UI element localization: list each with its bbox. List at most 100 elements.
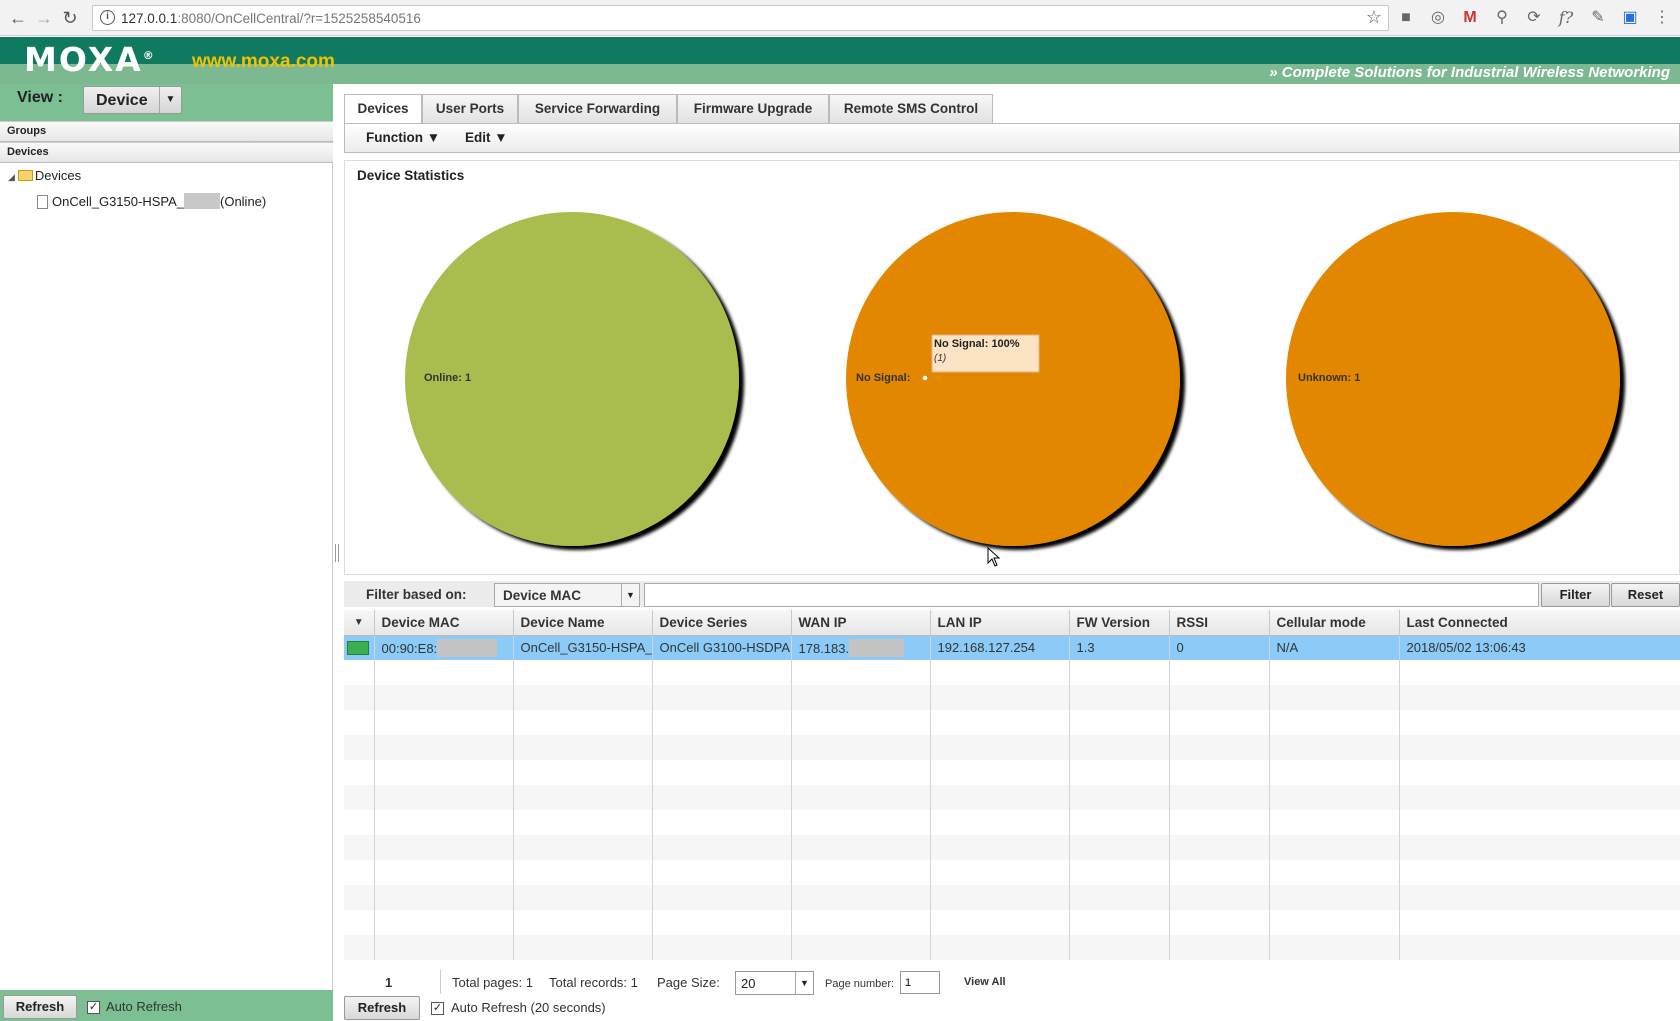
redacted-block xyxy=(184,193,220,209)
view-label: View : xyxy=(17,89,63,106)
main-toolbar: Function ▼ Edit ▼ xyxy=(344,123,1680,153)
page-size-value: 20 xyxy=(741,976,756,991)
document-icon xyxy=(37,195,48,209)
page-number-input[interactable] xyxy=(900,971,940,994)
tab-service-forwarding[interactable]: Service Forwarding xyxy=(518,94,677,123)
cell-last-connected: 2018/05/02 13:06:43 xyxy=(1399,635,1680,660)
translate-icon[interactable]: ▣ xyxy=(1620,8,1640,28)
pie-unknown[interactable]: Unknown: 1 xyxy=(1286,212,1620,546)
function-menu[interactable]: Function ▼ xyxy=(366,130,440,145)
view-select[interactable]: Device ▼ xyxy=(83,86,182,114)
eyedropper-icon[interactable]: ✎ xyxy=(1588,8,1608,28)
view-select-value: Device xyxy=(96,92,148,109)
redacted-block xyxy=(437,638,498,657)
sidebar-refresh-button[interactable]: Refresh xyxy=(3,995,77,1019)
header-rssi[interactable]: RSSI xyxy=(1169,610,1270,636)
left-panel xyxy=(0,84,333,1021)
filter-label: Filter based on: xyxy=(366,587,467,602)
devices-section[interactable]: Devices xyxy=(0,142,333,163)
filter-button[interactable]: Filter xyxy=(1541,583,1610,607)
empty-row xyxy=(344,910,1680,935)
header-device-name[interactable]: Device Name xyxy=(513,610,653,636)
panel-splitter[interactable] xyxy=(335,544,339,562)
statistics-pies: Online: 1 No Signal: No Signal: 100% (1)… xyxy=(405,212,1620,546)
grid-auto-refresh-checkbox[interactable]: ✓ xyxy=(431,1002,444,1015)
filter-input[interactable] xyxy=(644,583,1539,607)
cell-fw-version: 1.3 xyxy=(1069,635,1170,660)
column-menu-button[interactable]: ▼ xyxy=(344,610,375,636)
cell-device-series: OnCell G3100-HSDPA xyxy=(652,635,792,660)
empty-row xyxy=(344,935,1680,960)
devices-grid: ▼ Device MAC Device Name Device Series W… xyxy=(344,610,1680,960)
filter-field-select[interactable]: Device MAC ▼ xyxy=(494,583,640,607)
redacted-block xyxy=(849,638,905,657)
page-size-select[interactable]: 20 ▼ xyxy=(735,971,814,995)
back-icon[interactable]: ← xyxy=(6,6,30,30)
gmail-icon[interactable]: M xyxy=(1460,8,1480,28)
tooltip-line2: (1) xyxy=(934,353,946,364)
forward-icon[interactable]: → xyxy=(32,6,56,30)
tree-item-device[interactable]: OnCell_G3150-HSPA_ (Online) xyxy=(37,193,266,209)
header-lan-ip[interactable]: LAN IP xyxy=(930,610,1070,636)
empty-row xyxy=(344,685,1680,710)
header-device-series[interactable]: Device Series xyxy=(652,610,792,636)
pie-label-no-signal: No Signal: xyxy=(856,372,910,384)
empty-row xyxy=(344,760,1680,785)
page-number-label: Page number: xyxy=(825,978,895,990)
current-page[interactable]: 1 xyxy=(385,975,392,990)
tab-devices[interactable]: Devices xyxy=(344,94,422,124)
chevron-down-icon[interactable]: ▼ xyxy=(159,87,181,113)
edit-menu[interactable]: Edit ▼ xyxy=(465,130,508,145)
fingerprint-icon[interactable]: ◎ xyxy=(1428,8,1448,28)
pie-label-unknown: Unknown: 1 xyxy=(1298,372,1360,384)
folder-icon xyxy=(17,170,33,181)
page-size-label: Page Size: xyxy=(657,975,720,990)
grid-auto-refresh-label: Auto Refresh (20 seconds) xyxy=(451,1000,606,1015)
pie-online[interactable]: Online: 1 xyxy=(405,212,739,546)
empty-row xyxy=(344,710,1680,735)
total-records: Total records: 1 xyxy=(549,975,638,990)
sync-icon[interactable]: ⟳ xyxy=(1524,8,1544,28)
info-icon[interactable]: i xyxy=(100,10,115,25)
chevron-down-icon[interactable]: ▼ xyxy=(621,584,639,606)
expand-icon[interactable]: ◢ xyxy=(8,172,15,182)
formula-icon[interactable]: f? xyxy=(1556,8,1576,28)
grid-header-row: ▼ Device MAC Device Name Device Series W… xyxy=(344,610,1680,636)
header-last-connected[interactable]: Last Connected xyxy=(1399,610,1680,636)
empty-row xyxy=(344,735,1680,760)
header-fw-version[interactable]: FW Version xyxy=(1069,610,1170,636)
pager-divider xyxy=(440,970,441,994)
mouse-cursor-icon xyxy=(987,547,1001,567)
tab-firmware-upgrade[interactable]: Firmware Upgrade xyxy=(677,94,829,123)
cell-device-name: OnCell_G3150-HSPA_ xyxy=(513,635,653,660)
header-device-mac[interactable]: Device MAC xyxy=(374,610,514,636)
tab-user-ports[interactable]: User Ports xyxy=(422,94,518,123)
view-all-link[interactable]: View All xyxy=(964,976,1006,988)
sidebar-auto-refresh-checkbox[interactable]: ✓ xyxy=(87,1001,100,1014)
empty-row xyxy=(344,785,1680,810)
header-cellular-mode[interactable]: Cellular mode xyxy=(1269,610,1400,636)
reload-icon[interactable]: ↻ xyxy=(58,6,82,30)
header-wan-ip[interactable]: WAN IP xyxy=(791,610,931,636)
table-row[interactable]: 00:90:E8: OnCell_G3150-HSPA_ OnCell G310… xyxy=(344,635,1680,660)
magnifier-icon[interactable]: ⚲ xyxy=(1492,8,1512,28)
browser-toolbar: ← → ↻ i 127.0.0.1:8080/OnCellCentral/?r=… xyxy=(0,0,1680,36)
tab-remote-sms-control[interactable]: Remote SMS Control xyxy=(829,94,993,123)
menu-dots-icon[interactable]: ⋮ xyxy=(1652,8,1672,28)
bookmark-star-icon[interactable]: ☆ xyxy=(1366,7,1382,28)
grid-refresh-button[interactable]: Refresh xyxy=(344,996,420,1020)
empty-row xyxy=(344,810,1680,835)
extension-icon[interactable]: ■ xyxy=(1396,8,1416,28)
cell-lan-ip: 192.168.127.254 xyxy=(930,635,1070,660)
reset-button[interactable]: Reset xyxy=(1611,583,1680,607)
tree-root-devices[interactable]: ◢ Devices xyxy=(8,168,81,183)
groups-section[interactable]: Groups xyxy=(0,121,333,142)
site-link: www.moxa.com xyxy=(192,51,335,72)
pie-signal[interactable]: No Signal: No Signal: 100% (1) xyxy=(846,212,1180,546)
empty-row xyxy=(344,885,1680,910)
address-bar[interactable]: i 127.0.0.1:8080/OnCellCentral/?r=152525… xyxy=(92,5,1389,31)
chevron-down-icon[interactable]: ▼ xyxy=(795,972,813,994)
sidebar-auto-refresh-label: Auto Refresh xyxy=(106,999,182,1014)
filter-field-value: Device MAC xyxy=(503,588,582,603)
cell-rssi: 0 xyxy=(1169,635,1270,660)
